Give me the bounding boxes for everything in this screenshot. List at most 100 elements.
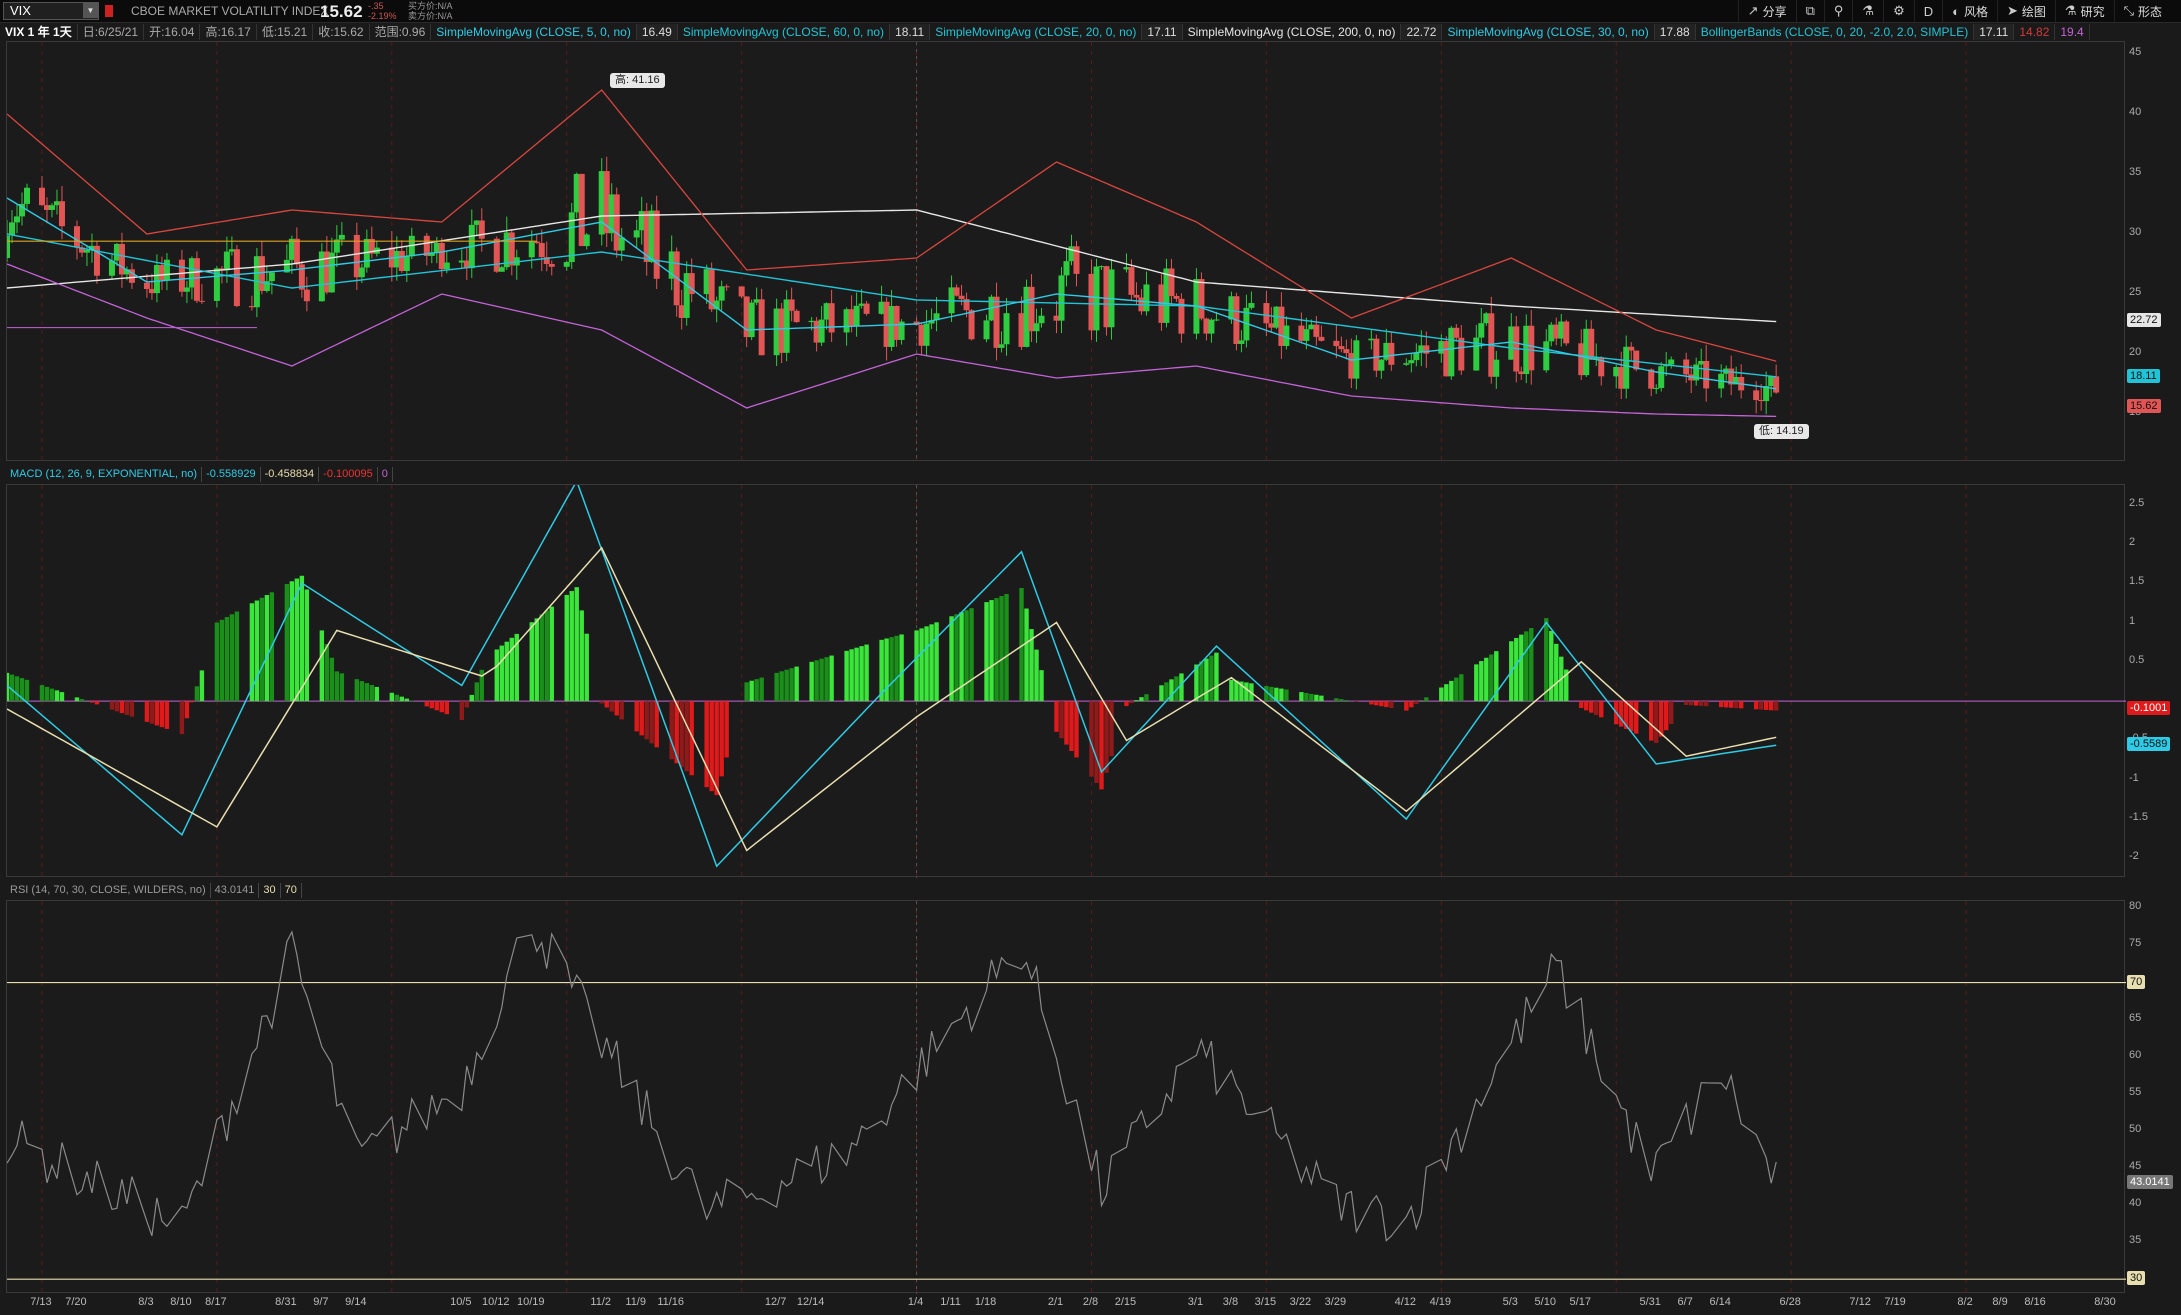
macd-histogram-bar bbox=[1144, 694, 1149, 702]
toolbar-button-drawing[interactable]: ➤ 绘图 bbox=[1996, 0, 2055, 22]
timeframe-icon: D bbox=[1923, 3, 1934, 19]
macd-histogram-bar bbox=[984, 602, 989, 702]
macd-histogram-bar bbox=[1309, 693, 1314, 702]
macd-histogram-bar bbox=[1684, 701, 1689, 705]
candle bbox=[583, 232, 590, 250]
candle bbox=[923, 309, 930, 357]
candle bbox=[1178, 293, 1185, 343]
toolbar-button-lab[interactable]: ⚲ bbox=[1823, 0, 1853, 22]
study-label[interactable]: SimpleMovingAvg (CLOSE, 30, 0, no) bbox=[1442, 24, 1655, 40]
macd-histogram-bar bbox=[194, 686, 200, 702]
time-tick-label: 7/19 bbox=[1884, 1296, 1906, 1308]
macd-label[interactable]: MACD (12, 26, 9, EXPONENTIAL, no) bbox=[6, 467, 203, 482]
study-label[interactable]: BollingerBands (CLOSE, 0, 20, -2.0, 2.0,… bbox=[1696, 24, 1975, 40]
chart-period[interactable]: VIX 1 年 1天 bbox=[0, 24, 78, 40]
rsi-line bbox=[7, 930, 1777, 1242]
macd-histogram-bar bbox=[44, 686, 50, 702]
macd-histogram-bar bbox=[1529, 628, 1534, 702]
macd-histogram-bar bbox=[669, 701, 674, 760]
rsi-overbought: 70 bbox=[281, 883, 302, 898]
toolbar-button-timeframe[interactable]: D bbox=[1913, 0, 1942, 22]
time-tick-label: 2/15 bbox=[1114, 1296, 1137, 1308]
study-label[interactable]: SimpleMovingAvg (CLOSE, 60, 0, no) bbox=[678, 24, 891, 40]
macd-histogram-bar bbox=[1649, 701, 1654, 741]
macd-histogram-bar bbox=[644, 701, 649, 740]
rsi-axis[interactable]: 80 75 65 60 55 50 45 40 35 70 43.0141 30 bbox=[2125, 900, 2181, 1293]
toolbar-button-share[interactable]: ↗ 分享 bbox=[1737, 0, 1796, 22]
candle bbox=[1703, 344, 1710, 402]
price-pane[interactable] bbox=[6, 41, 2125, 462]
macd-avg: -0.458834 bbox=[261, 467, 320, 482]
macd-histogram-bar bbox=[599, 701, 604, 704]
time-tick-label: 3/29 bbox=[1324, 1296, 1347, 1308]
macd-tick-label: 0.5 bbox=[2129, 653, 2145, 666]
macd-histogram-bar bbox=[129, 701, 135, 717]
rsi-pane[interactable] bbox=[6, 900, 2126, 1294]
toolbar-button-style[interactable]: ◐ 风格 bbox=[1942, 0, 1997, 22]
toolbar-button-pattern[interactable]: ⤡ 形态 bbox=[2113, 0, 2171, 22]
toolbar-label: 形态 bbox=[2137, 4, 2162, 19]
time-tick-label: 5/10 bbox=[1534, 1296, 1556, 1308]
candle bbox=[653, 195, 660, 289]
last-price-tag: 15.62 bbox=[2127, 398, 2161, 413]
rsi-tick-label: 50 bbox=[2129, 1122, 2142, 1135]
candle bbox=[1738, 364, 1745, 399]
macd-histogram-bar bbox=[424, 701, 430, 707]
macd-tick-label: 2 bbox=[2129, 535, 2136, 548]
candle bbox=[1333, 324, 1340, 359]
macd-histogram-bar bbox=[409, 700, 415, 702]
study-label[interactable]: SimpleMovingAvg (CLOSE, 5, 0, no) bbox=[431, 24, 637, 40]
macd-histogram-bar bbox=[794, 666, 799, 702]
macd-histogram-bar bbox=[1474, 664, 1479, 702]
macd-histogram-bar bbox=[744, 682, 749, 702]
macd-histogram-bar bbox=[114, 701, 120, 712]
toolbar-button-studies[interactable]: ⚗ 研究 bbox=[2054, 0, 2114, 22]
candle bbox=[953, 284, 960, 297]
toolbar-button-beaker[interactable]: ⚗ bbox=[1852, 0, 1883, 22]
time-tick-label: 12/14 bbox=[796, 1296, 825, 1308]
macd-histogram-bar bbox=[1454, 677, 1459, 702]
macd-histogram-bar bbox=[1074, 701, 1079, 758]
macd-histogram-bar bbox=[1758, 701, 1764, 710]
macd-histogram-bar bbox=[994, 598, 999, 702]
macd-axis[interactable]: 2.521.510.5-0.5-1-1.5-2-0.1001-0.5589 bbox=[2125, 484, 2181, 877]
time-axis[interactable]: 7/13 7/20 8/3 8/10 8/17 8/31 9/7 9/14 10/5 10/12 1… bbox=[6, 1293, 2125, 1315]
study-value: 17.11 bbox=[1142, 24, 1183, 40]
time-tick-label: 8/10 bbox=[170, 1296, 192, 1308]
macd-pane[interactable] bbox=[6, 484, 2126, 878]
macd-histogram-bar bbox=[1439, 687, 1444, 702]
time-tick-label: 9/7 bbox=[313, 1296, 329, 1308]
macd-histogram-bar bbox=[404, 698, 410, 702]
macd-histogram-bar bbox=[1664, 701, 1669, 731]
high-marker: 高: 41.16 bbox=[610, 73, 665, 88]
price-axis[interactable]: 4540353025201522.7218.1115.62 bbox=[2125, 41, 2181, 461]
rsi-label[interactable]: RSI (14, 70, 30, CLOSE, WILDERS, no) bbox=[6, 883, 211, 898]
macd-tick-label: 2.5 bbox=[2129, 496, 2145, 509]
price-tick-label: 40 bbox=[2129, 106, 2142, 118]
sma60-tag: 18.11 bbox=[2127, 368, 2160, 383]
time-tick-label: 3/22 bbox=[1289, 1296, 1312, 1308]
macd-histogram-bar bbox=[1099, 701, 1104, 790]
study-label[interactable]: SimpleMovingAvg (CLOSE, 20, 0, no) bbox=[930, 24, 1143, 40]
toolbar-button-gear[interactable]: ⚙ bbox=[1883, 0, 1914, 22]
candle bbox=[748, 299, 755, 341]
macd-histogram-bar bbox=[89, 701, 95, 703]
chevron-down-icon[interactable]: ▼ bbox=[83, 3, 98, 18]
toolbar-button-screenshot[interactable]: ⧉ bbox=[1795, 0, 1824, 22]
macd-histogram-bar bbox=[814, 660, 819, 702]
macd-histogram-bar bbox=[119, 701, 125, 714]
macd-histogram-bar bbox=[619, 701, 624, 720]
toolbar-label: 分享 bbox=[1762, 4, 1787, 19]
change-percent: -2.19% bbox=[368, 11, 397, 21]
time-tick-label: 5/31 bbox=[1639, 1296, 1661, 1308]
macd-histogram-bar bbox=[1444, 684, 1449, 702]
time-tick-label: 5/17 bbox=[1569, 1296, 1591, 1308]
macd-histogram-bar bbox=[1728, 701, 1734, 708]
rsi-tick-label: 55 bbox=[2129, 1085, 2142, 1098]
macd-histogram-bar bbox=[14, 676, 20, 702]
study-label[interactable]: SimpleMovingAvg (CLOSE, 200, 0, no) bbox=[1183, 24, 1402, 40]
macd-histogram-bar bbox=[969, 608, 974, 702]
macd-histogram-bar bbox=[1738, 701, 1744, 709]
macd-histogram-bar bbox=[1718, 701, 1724, 708]
macd-histogram-bar bbox=[1768, 701, 1774, 711]
